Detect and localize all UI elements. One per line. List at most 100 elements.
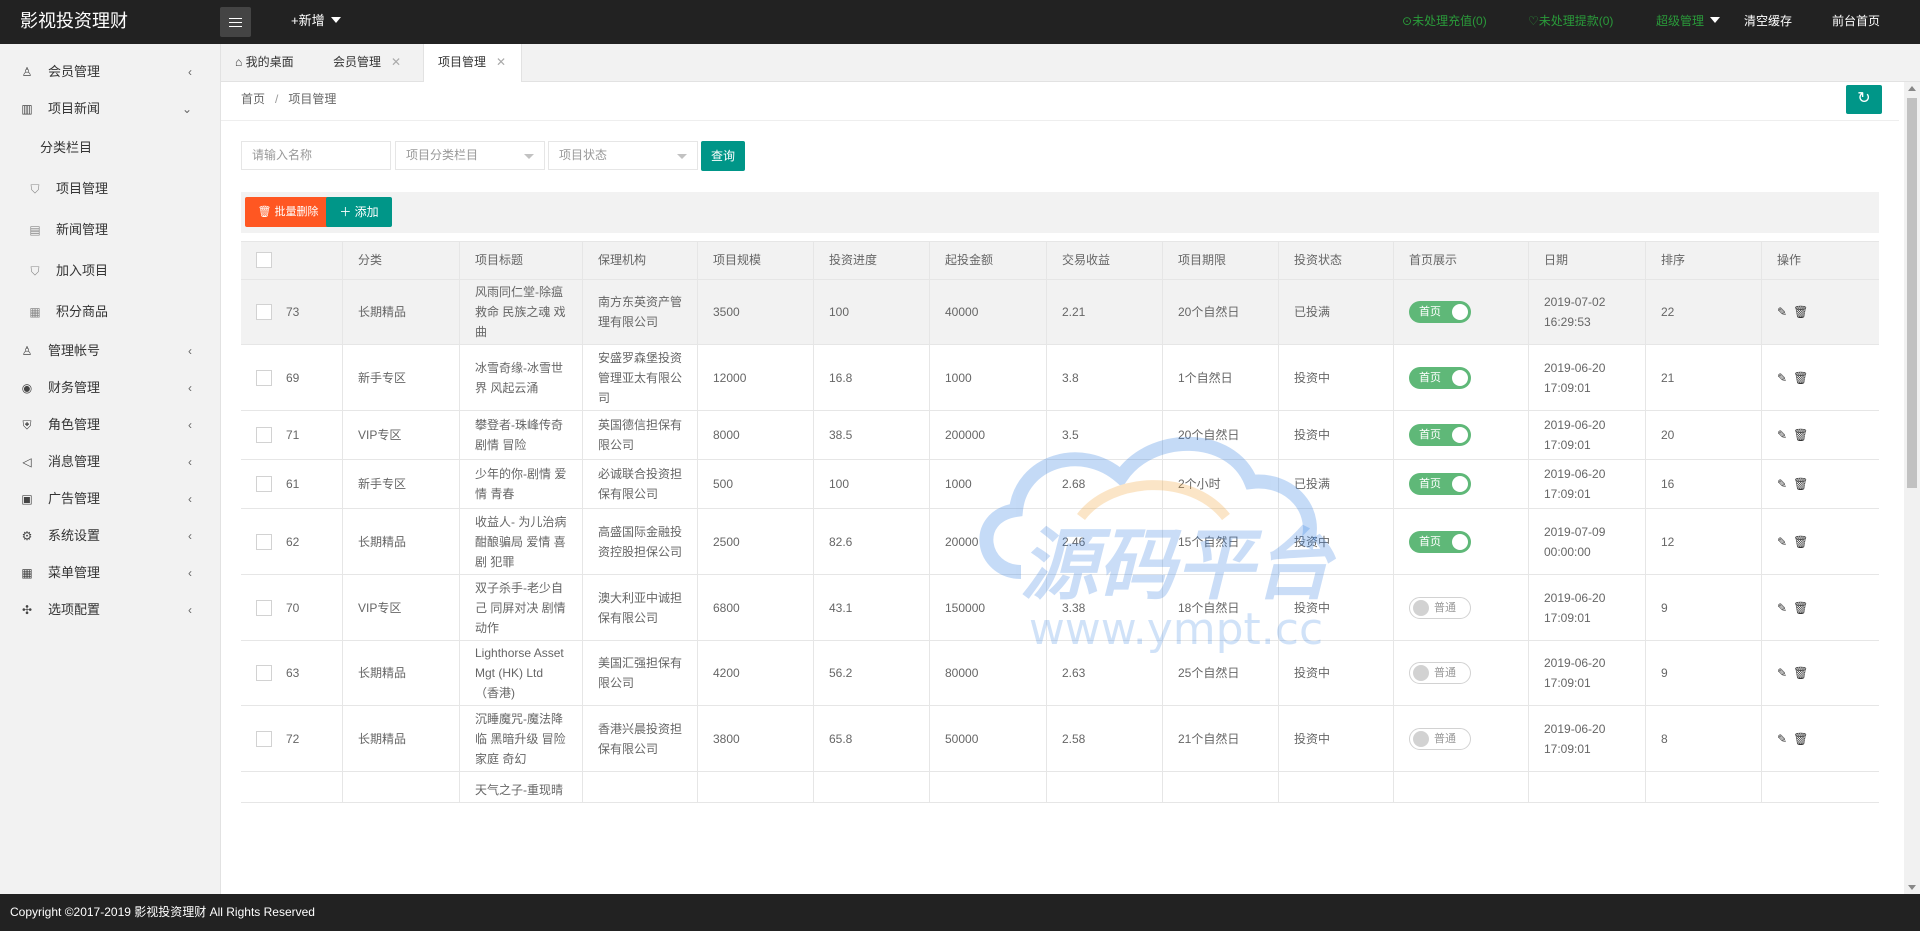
page-scrollbar[interactable] — [1904, 82, 1920, 894]
delete-icon[interactable]: 🗑 — [1793, 302, 1808, 322]
sidebar-item-members[interactable]: ♙ 会员管理 ‹ — [0, 55, 220, 89]
sidebar-item-finance[interactable]: ◉ 财务管理 ‹ — [0, 371, 220, 405]
footer: Copyright ©2017-2019 影视投资理财 All Rights R… — [0, 894, 1920, 931]
refresh-button[interactable]: ↻ — [1846, 85, 1882, 114]
breadcrumb-home[interactable]: 首页 — [241, 92, 265, 106]
home-display-switch[interactable]: 首页 — [1409, 473, 1471, 495]
status-select[interactable]: 项目状态 — [548, 141, 698, 170]
query-button[interactable]: 查询 — [701, 141, 745, 171]
cell-date: 2019-06-20 17:09:01 — [1529, 575, 1646, 640]
sidebar-item-label: 新闻管理 — [56, 222, 109, 237]
row-checkbox[interactable] — [256, 369, 272, 386]
sidebar-item-admin-accounts[interactable]: ♙ 管理帐号 ‹ — [0, 334, 220, 368]
scroll-thumb[interactable] — [1907, 98, 1917, 488]
delete-icon[interactable]: 🗑 — [1793, 474, 1808, 494]
delete-icon[interactable]: 🗑 — [1793, 729, 1808, 749]
pending-recharge-link[interactable]: ⊙未处理充值(0) — [1402, 0, 1487, 42]
sidebar-item-category[interactable]: 分类栏目 — [0, 131, 220, 165]
delete-icon[interactable]: 🗑 — [1793, 663, 1808, 683]
frontend-home-link[interactable]: 前台首页 — [1832, 0, 1880, 42]
admin-dropdown[interactable]: 超级管理 — [1656, 0, 1721, 42]
menu-toggle-button[interactable] — [220, 7, 251, 37]
clear-cache-link[interactable]: 清空缓存 — [1744, 0, 1792, 42]
row-checkbox[interactable] — [256, 665, 272, 681]
tab-members[interactable]: 会员管理 ✕ — [333, 44, 401, 81]
chevron-left-icon: ‹ — [188, 529, 192, 543]
row-checkbox[interactable] — [256, 730, 272, 747]
sidebar-item-project-manage[interactable]: ⛉ 项目管理 — [0, 172, 220, 206]
new-dropdown[interactable]: +新增 — [291, 0, 341, 42]
edit-icon[interactable]: ✎ — [1777, 663, 1787, 683]
sidebar-item-messages[interactable]: ◁ 消息管理 ‹ — [0, 445, 220, 479]
row-checkbox[interactable] — [256, 304, 272, 320]
close-icon[interactable]: ✕ — [391, 55, 401, 69]
chevron-left-icon: ‹ — [188, 344, 192, 358]
cell-category: 新手专区 — [343, 345, 460, 410]
search-name-input[interactable]: 请输入名称 — [241, 141, 391, 170]
cell-yield: 3.5 — [1047, 411, 1163, 459]
table-row: 62 长期精品 收益人- 为儿治病 酣酿骗局 爱情 喜剧 犯罪 高盛国际金融投资控股担… — [241, 509, 1879, 575]
chevron-down-icon: ⌄ — [181, 102, 192, 116]
row-checkbox[interactable] — [256, 533, 272, 550]
scroll-down-arrow-icon[interactable] — [1908, 885, 1916, 890]
home-display-switch[interactable]: 首页 — [1409, 301, 1471, 323]
batch-delete-button[interactable]: 🗑 批量删除 — [245, 197, 331, 227]
sidebar-item-roles[interactable]: ⛨ 角色管理 ‹ — [0, 408, 220, 442]
delete-icon[interactable]: 🗑 — [1793, 368, 1808, 388]
row-select-cell — [241, 772, 343, 802]
tab-label: 会员管理 — [333, 55, 382, 69]
sidebar-item-options[interactable]: ✣ 选项配置 ‹ — [0, 593, 220, 627]
sidebar-item-project-news[interactable]: ▥ 项目新闻 ⌄ — [0, 92, 220, 126]
sidebar-item-menus[interactable]: ▦ 菜单管理 ‹ — [0, 556, 220, 590]
home-display-switch[interactable]: 普通 — [1409, 596, 1471, 619]
add-button[interactable]: ＋ 添加 — [326, 197, 392, 227]
trash-icon: 🗑 — [257, 206, 275, 218]
edit-icon[interactable]: ✎ — [1777, 729, 1787, 749]
home-display-switch[interactable]: 首页 — [1409, 530, 1471, 553]
yield-value: 2.58 — [1062, 731, 1086, 746]
close-icon[interactable]: ✕ — [496, 55, 506, 69]
sidebar-item-label: 角色管理 — [48, 417, 101, 432]
agency-value: 澳大利亚中诚担保有限公司 — [598, 590, 683, 625]
tab-project-manage[interactable]: 项目管理 ✕ — [423, 44, 523, 82]
row-select-cell: 72 — [241, 706, 343, 771]
delete-icon[interactable]: 🗑 — [1793, 532, 1808, 552]
tab-desktop[interactable]: ⌂ 我的桌面 — [235, 44, 294, 81]
cell-status: 投资中 — [1279, 641, 1394, 705]
cell-min-invest: 1000 — [930, 345, 1047, 410]
row-id: 62 — [286, 534, 300, 549]
home-display-switch[interactable]: 普通 — [1409, 662, 1471, 684]
agency-value: 香港兴晨投资担保有限公司 — [598, 721, 683, 756]
category-select[interactable]: 项目分类栏目 — [395, 141, 545, 170]
select-all-checkbox[interactable] — [256, 252, 272, 268]
cell-progress: 100 — [814, 460, 930, 508]
edit-icon[interactable]: ✎ — [1777, 302, 1787, 322]
delete-icon[interactable]: 🗑 — [1793, 425, 1808, 445]
scale-value: 12000 — [713, 370, 747, 385]
edit-icon[interactable]: ✎ — [1777, 598, 1787, 618]
sidebar-item-points-goods[interactable]: ▦ 积分商品 — [0, 295, 220, 329]
column-header: 交易收益 — [1047, 242, 1163, 279]
term-value: 21个自然日 — [1178, 731, 1240, 746]
scroll-up-arrow-icon[interactable] — [1908, 86, 1916, 91]
pending-withdraw-link[interactable]: ♡未处理提款(0) — [1528, 0, 1613, 42]
cell-status: 投资中 — [1279, 411, 1394, 459]
cell-term: 21个自然日 — [1163, 706, 1279, 771]
row-select-cell: 71 — [241, 411, 343, 459]
home-display-switch[interactable]: 首页 — [1409, 366, 1471, 389]
row-checkbox[interactable] — [256, 476, 272, 492]
edit-icon[interactable]: ✎ — [1777, 425, 1787, 445]
sidebar-item-join-project[interactable]: ⛉ 加入项目 — [0, 254, 220, 288]
edit-icon[interactable]: ✎ — [1777, 532, 1787, 552]
edit-icon[interactable]: ✎ — [1777, 474, 1787, 494]
row-checkbox[interactable] — [256, 599, 272, 616]
edit-icon[interactable]: ✎ — [1777, 368, 1787, 388]
sidebar-item-system-settings[interactable]: ⚙ 系统设置 ‹ — [0, 519, 220, 553]
home-display-switch[interactable]: 普通 — [1409, 727, 1471, 750]
delete-icon[interactable]: 🗑 — [1793, 598, 1808, 618]
row-checkbox[interactable] — [256, 427, 272, 443]
home-display-switch[interactable]: 首页 — [1409, 424, 1471, 446]
sidebar-item-ads[interactable]: ▣ 广告管理 ‹ — [0, 482, 220, 516]
column-header: 项目期限 — [1163, 242, 1279, 279]
sidebar-item-news-manage[interactable]: ▤ 新闻管理 — [0, 213, 220, 247]
